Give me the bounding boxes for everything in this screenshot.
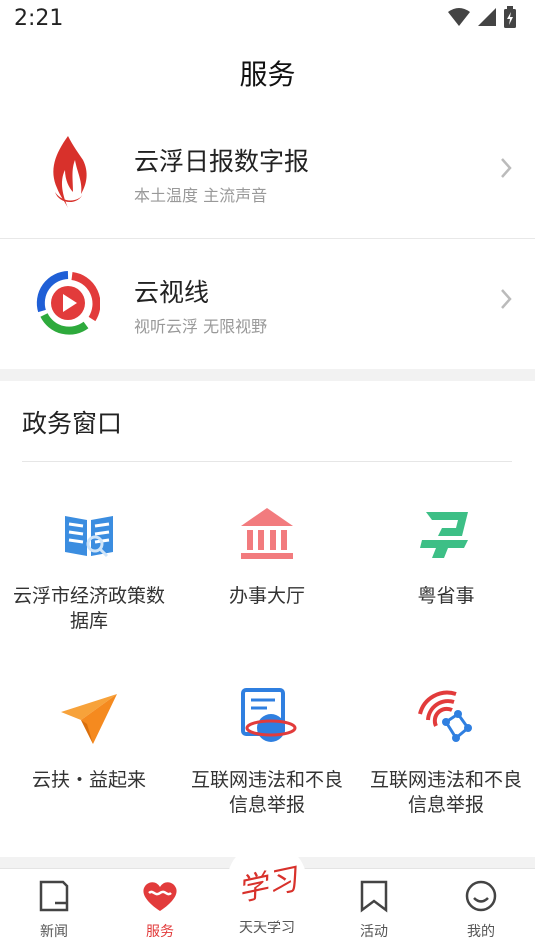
smile-icon (464, 879, 498, 917)
gov-item-policy-database[interactable]: 云浮市经济政策数据库 (0, 504, 178, 634)
service-item-digital-paper[interactable]: 云浮日报数字报 本土温度 主流声音 (0, 108, 535, 238)
tab-profile[interactable]: 我的 (446, 879, 516, 941)
tab-activities[interactable]: 活动 (339, 879, 409, 941)
gov-item-label: 互联网违法和不良信息举报 (369, 769, 522, 816)
play-logo-icon (36, 263, 100, 343)
paper-plane-icon (59, 688, 119, 748)
status-time: 2:21 (14, 6, 64, 31)
section-gap (0, 369, 535, 381)
status-icons (447, 6, 517, 32)
yue-app-icon (416, 504, 476, 564)
bank-icon (237, 504, 297, 564)
tab-label: 新闻 (40, 924, 68, 940)
battery-icon (503, 6, 517, 32)
gov-item-label: 云浮市经济政策数据库 (12, 585, 165, 632)
study-badge-logo[interactable]: 学习 (227, 842, 307, 922)
news-icon (37, 879, 71, 917)
status-bar: 2:21 (0, 0, 535, 40)
tab-label: 我的 (467, 924, 495, 940)
gov-item-yue-app[interactable]: 粤省事 (357, 504, 535, 609)
gov-item-illegal-info-report-2[interactable]: 互联网违法和不良信息举报 (357, 688, 535, 818)
service-desc: 本土温度 主流声音 (134, 186, 268, 205)
study-badge-text: 学习 (234, 862, 301, 909)
divider (22, 461, 512, 462)
flame-logo-icon (36, 132, 100, 212)
signal-network-icon (416, 688, 476, 748)
report-globe-icon (237, 688, 297, 748)
gov-item-service-hall[interactable]: 办事大厅 (178, 504, 356, 609)
book-icon (59, 504, 119, 564)
tab-services[interactable]: 服务 (125, 879, 195, 941)
wifi-icon (447, 7, 471, 31)
service-name: 云浮日报数字报 (134, 147, 310, 176)
bookmark-icon (357, 879, 391, 917)
service-item-cloud-view[interactable]: 云视线 视听云浮 无限视野 (0, 239, 535, 369)
service-desc: 视听云浮 无限视野 (134, 317, 268, 336)
tab-label: 服务 (146, 924, 174, 940)
heart-icon (141, 879, 179, 917)
gov-item-label: 云扶・益起来 (31, 769, 146, 791)
gov-item-label: 办事大厅 (228, 585, 305, 607)
page-title: 服务 (239, 58, 296, 91)
signal-icon (477, 7, 497, 31)
gov-item-illegal-info-report[interactable]: 互联网违法和不良信息举报 (178, 688, 356, 818)
gov-item-label: 粤省事 (417, 585, 475, 607)
gov-item-label: 互联网违法和不良信息举报 (190, 769, 343, 816)
section-title: 政务窗口 (22, 409, 123, 438)
gov-item-yunfu-charity[interactable]: 云扶・益起来 (0, 688, 178, 793)
chevron-right-icon (499, 156, 513, 184)
tab-news[interactable]: 新闻 (19, 879, 89, 941)
tab-label: 活动 (360, 924, 388, 940)
chevron-right-icon (499, 287, 513, 315)
page-header: 服务 (0, 40, 535, 106)
service-name: 云视线 (134, 278, 210, 307)
